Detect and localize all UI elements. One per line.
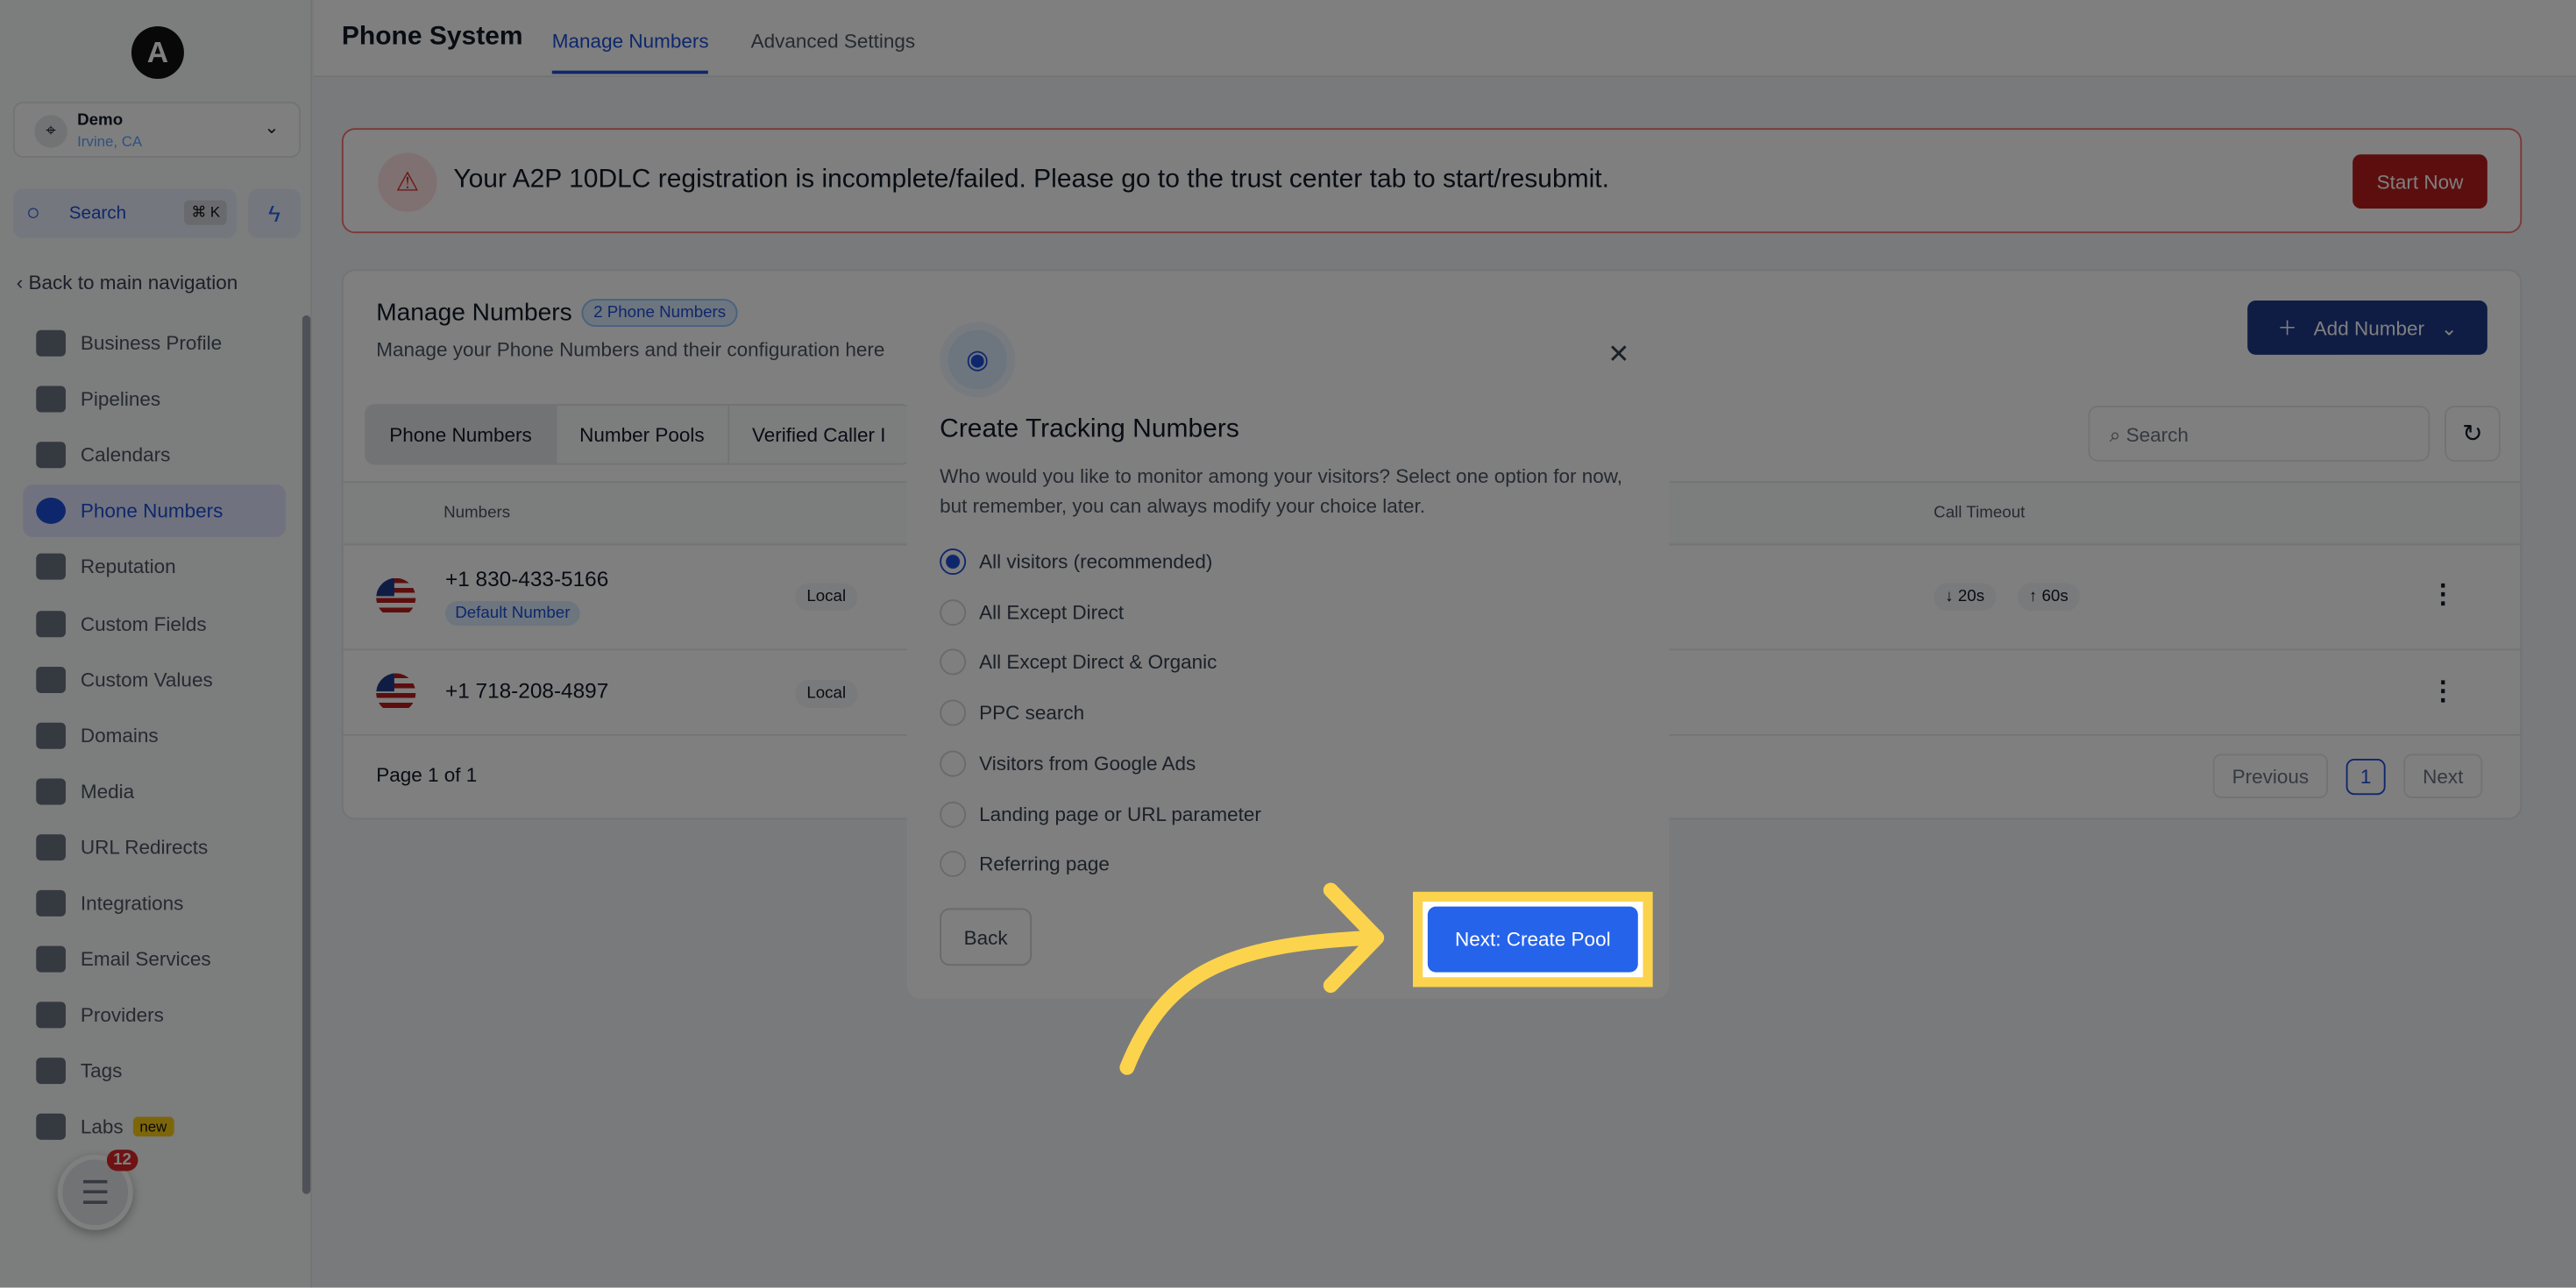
dim-overlay	[0, 0, 2576, 1288]
pointer-arrow-icon	[1119, 882, 1385, 1075]
highlight-box: Next: Create Pool	[1412, 891, 1653, 987]
next-create-pool-button[interactable]: Next: Create Pool	[1427, 906, 1638, 973]
